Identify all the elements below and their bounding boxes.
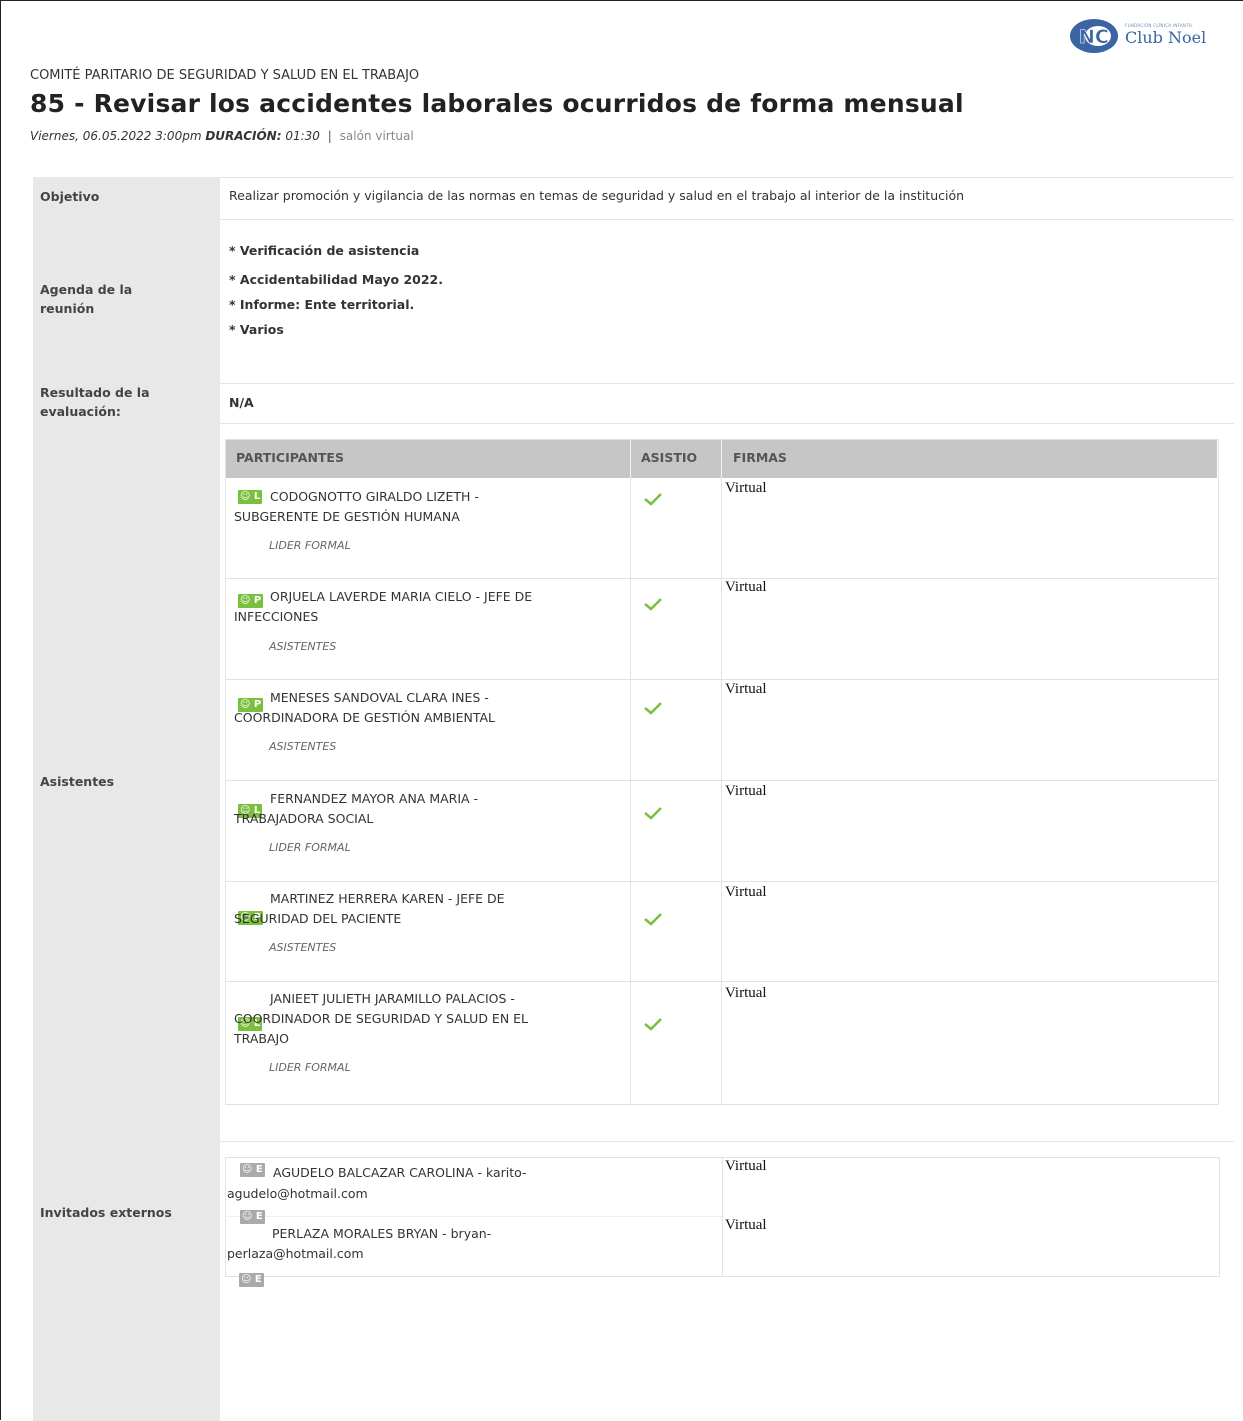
participant-name: JANIEET JULIETH JARAMILLO PALACIOS - xyxy=(270,991,515,1006)
firma-value: Virtual xyxy=(725,985,767,1001)
col-participantes: PARTICIPANTES xyxy=(236,450,344,465)
col-firmas: FIRMAS xyxy=(733,450,787,465)
label-resultado: Resultado de la evaluación: xyxy=(40,385,150,419)
meeting-date: Viernes, 06.05.2022 3:00pm xyxy=(30,129,202,143)
objetivo-text: Realizar promoción y vigilancia de las n… xyxy=(229,188,965,203)
meeting-meta: Viernes, 06.05.2022 3:00pm DURACIÓN: 01:… xyxy=(30,129,414,143)
participant-role: LIDER FORMAL xyxy=(269,539,351,552)
check-icon xyxy=(644,702,662,715)
external-guests-table: ☺ E AGUDELO BALCAZAR CAROLINA - karito- … xyxy=(225,1157,1220,1277)
header-divider xyxy=(721,440,722,478)
participant-name: CODOGNOTTO GIRALDO LIZETH - xyxy=(270,489,479,504)
club-noel-logo: NC FUNDACIÓN CLÍNICA INFANTIL Club Noel xyxy=(1069,18,1235,54)
row-divider xyxy=(226,578,1218,579)
participant-role: LIDER FORMAL xyxy=(269,1061,351,1074)
person-icon: ☺ E xyxy=(240,1163,265,1177)
divider xyxy=(220,219,1234,220)
guest-name: AGUDELO BALCAZAR CAROLINA - karito- xyxy=(273,1165,527,1180)
svg-text:NC: NC xyxy=(1079,26,1109,48)
firma-value: Virtual xyxy=(725,783,767,799)
person-icon: ☺ E xyxy=(239,1273,264,1287)
check-icon xyxy=(644,493,662,506)
guest-name: PERLAZA MORALES BRYAN - bryan- xyxy=(272,1226,492,1241)
guest-email: perlaza@hotmail.com xyxy=(227,1246,364,1261)
page-title: 85 - Revisar los accidentes laborales oc… xyxy=(30,89,964,118)
firma-value: Virtual xyxy=(725,681,767,697)
header-divider xyxy=(630,440,631,478)
row-divider xyxy=(226,679,1218,680)
row-divider xyxy=(226,1216,722,1217)
check-icon xyxy=(644,807,662,820)
agenda-item: * Informe: Ente territorial. xyxy=(229,297,415,312)
participant-title: INFECCIONES xyxy=(234,609,319,624)
guest-email: agudelo@hotmail.com xyxy=(227,1186,368,1201)
participant-title: TRABAJADORA SOCIAL xyxy=(234,811,374,826)
divider xyxy=(220,383,1234,384)
participant-role: ASISTENTES xyxy=(269,941,337,954)
nc-logo-icon: NC xyxy=(1070,19,1118,53)
row-divider xyxy=(226,881,1218,882)
agenda-item: * Accidentabilidad Mayo 2022. xyxy=(229,272,444,287)
participant-role: ASISTENTES xyxy=(269,740,337,753)
row-divider xyxy=(226,780,1218,781)
meeting-room: salón virtual xyxy=(339,129,414,143)
firma-value: Virtual xyxy=(725,884,767,900)
participant-title-cont: TRABAJO xyxy=(234,1031,290,1046)
firma-value: Virtual xyxy=(725,1158,767,1174)
firma-value: Virtual xyxy=(725,1217,767,1233)
col-divider xyxy=(721,440,722,1104)
person-icon: ☺ L xyxy=(238,490,263,504)
label-objetivo: Objetivo xyxy=(40,189,100,204)
duration-label: DURACIÓN: xyxy=(205,129,282,143)
participant-title: COORDINADOR DE SEGURIDAD Y SALUD EN EL xyxy=(234,1011,529,1026)
divider xyxy=(220,423,1234,424)
col-divider xyxy=(722,1158,723,1276)
col-asistio: ASISTIO xyxy=(641,450,698,465)
participant-name: ORJUELA LAVERDE MARIA CIELO - JEFE DE xyxy=(270,589,533,604)
participant-title: COORDINADORA DE GESTIÓN AMBIENTAL xyxy=(234,710,495,725)
check-icon xyxy=(644,913,662,926)
agenda-item: * Varios xyxy=(229,322,284,337)
logo-brand: Club Noel xyxy=(1125,28,1207,47)
check-icon xyxy=(644,598,662,611)
participant-title: SUBGERENTE DE GESTIÓN HUMANA xyxy=(234,509,460,524)
row-divider xyxy=(226,981,1218,982)
label-asistentes: Asistentes xyxy=(40,774,115,789)
label-invitados: Invitados externos xyxy=(40,1205,172,1220)
participant-role: LIDER FORMAL xyxy=(269,841,351,854)
label-agenda: Agenda de la reunión xyxy=(40,282,133,316)
duration-value: 01:30 xyxy=(285,129,320,143)
meta-separator: | xyxy=(327,129,332,143)
person-icon: ☺ E xyxy=(240,1210,265,1224)
agenda-item: * Verificación de asistencia xyxy=(229,243,420,258)
participant-name: MARTINEZ HERRERA KAREN - JEFE DE xyxy=(270,891,505,906)
participants-table: PARTICIPANTES ASISTIO FIRMAS ☺ L CODOGNO… xyxy=(225,439,1219,1105)
divider xyxy=(220,177,1234,178)
committee-name: COMITÉ PARITARIO DE SEGURIDAD Y SALUD EN… xyxy=(30,68,420,83)
divider xyxy=(220,1141,1234,1142)
person-icon: ☺ P xyxy=(238,594,264,608)
resultado-value: N/A xyxy=(229,395,254,410)
label-column xyxy=(33,177,220,1421)
firma-value: Virtual xyxy=(725,480,767,496)
check-icon xyxy=(644,1018,662,1031)
participant-role: ASISTENTES xyxy=(269,640,337,653)
firma-value: Virtual xyxy=(725,579,767,595)
participant-name: MENESES SANDOVAL CLARA INES - xyxy=(270,690,489,705)
participant-name: FERNANDEZ MAYOR ANA MARIA - xyxy=(270,791,479,806)
participant-title: SEGURIDAD DEL PACIENTE xyxy=(234,911,402,926)
